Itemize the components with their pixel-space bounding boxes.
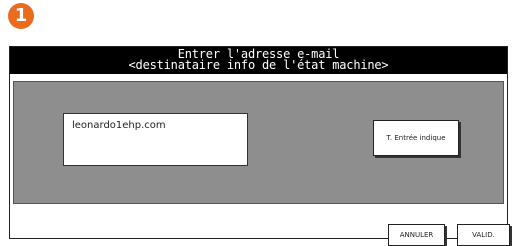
input-area: leonardo1ehp.com T. Entrée indique [13,81,504,204]
email-address-field[interactable]: leonardo1ehp.com [63,113,248,166]
step-number-badge: 1 [8,3,34,29]
email-entry-panel: Entrer l'adresse e-mail <destinataire in… [9,46,510,246]
dialog-title-bar: Entrer l'adresse e-mail <destinataire in… [10,47,507,74]
dialog-subtitle: <destinataire info de l'état machine> [128,58,389,72]
text-entry-button[interactable]: T. Entrée indique [373,120,459,156]
